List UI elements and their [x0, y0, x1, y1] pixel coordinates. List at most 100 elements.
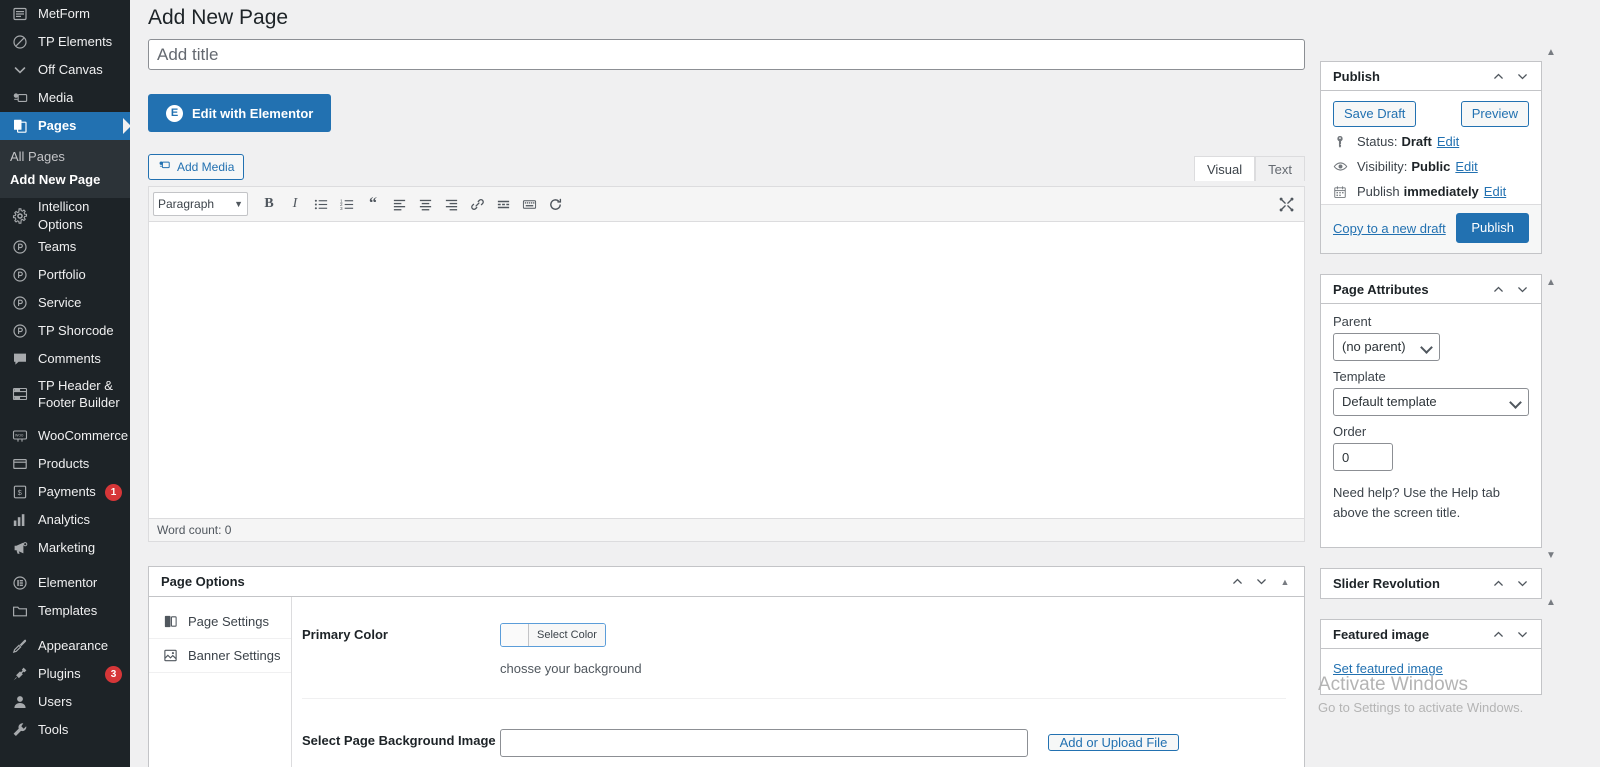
- sidebar-item-off-canvas[interactable]: Off Canvas: [0, 56, 130, 84]
- key-icon: [1333, 135, 1351, 149]
- publish-title: Publish: [1333, 69, 1487, 84]
- sidebar-item-service[interactable]: Service: [0, 289, 130, 317]
- background-image-input[interactable]: [500, 729, 1028, 757]
- move-down-button[interactable]: [1511, 64, 1533, 88]
- add-or-upload-file-button[interactable]: Add or Upload File: [1048, 734, 1180, 751]
- sidebar-item-templates[interactable]: Templates: [0, 597, 130, 625]
- align-right-icon[interactable]: [438, 191, 464, 217]
- sidebar-item-label: Templates: [38, 602, 122, 620]
- sidebar-item-plugins[interactable]: Plugins3: [0, 660, 130, 688]
- keyboard-shortcuts-icon[interactable]: [516, 191, 542, 217]
- sidebar-item-payments[interactable]: $Payments1: [0, 478, 130, 506]
- toolbar-toggle-icon[interactable]: [542, 191, 568, 217]
- svg-text:3: 3: [340, 206, 343, 211]
- sidebar-item-media[interactable]: Media: [0, 84, 130, 112]
- move-down-button[interactable]: [1511, 572, 1533, 596]
- select-color-button[interactable]: Select Color: [528, 624, 605, 646]
- move-up-button[interactable]: [1487, 277, 1509, 301]
- editor-content-area[interactable]: [149, 222, 1304, 518]
- header-footer-icon: [10, 384, 30, 404]
- sidebar-item-teams[interactable]: Teams: [0, 233, 130, 261]
- move-up-button[interactable]: [1487, 622, 1509, 646]
- sidebar-item-elementor[interactable]: Elementor: [0, 569, 130, 597]
- sidebar-item-tp-shorcode[interactable]: TP Shorcode: [0, 317, 130, 345]
- move-up-button[interactable]: [1487, 572, 1509, 596]
- save-draft-button[interactable]: Save Draft: [1333, 101, 1416, 127]
- sidebar-item-label: WooCommerce: [38, 427, 128, 445]
- sidebar-item-label: Marketing: [38, 539, 122, 557]
- parent-select[interactable]: (no parent): [1333, 333, 1440, 361]
- sidebar-item-comments[interactable]: Comments: [0, 345, 130, 373]
- submenu-item-add-new-page[interactable]: Add New Page: [0, 168, 130, 191]
- edit-visibility-link[interactable]: Edit: [1455, 159, 1477, 174]
- slider-revolution-collapse-toggle[interactable]: ▼: [1546, 546, 1556, 561]
- template-select[interactable]: Default template: [1333, 388, 1529, 416]
- sidebar-item-products[interactable]: Products: [0, 450, 130, 478]
- sidebar-item-intellicon-options[interactable]: Intellicon Options: [0, 198, 130, 233]
- publish-button[interactable]: Publish: [1456, 213, 1529, 243]
- edit-status-link[interactable]: Edit: [1437, 134, 1459, 149]
- italic-icon[interactable]: I: [282, 191, 308, 217]
- read-more-icon[interactable]: [490, 191, 516, 217]
- paragraph-format-label: Paragraph: [158, 197, 214, 211]
- sidebar-item-users[interactable]: Users: [0, 688, 130, 716]
- set-featured-image-link[interactable]: Set featured image: [1333, 661, 1443, 676]
- metform-icon: [10, 4, 30, 24]
- menu-separator: [0, 415, 130, 422]
- edit-with-elementor-button[interactable]: E Edit with Elementor: [148, 94, 331, 132]
- bold-icon[interactable]: B: [256, 191, 282, 217]
- numbered-list-icon[interactable]: 123: [334, 191, 360, 217]
- sidebar-item-pages[interactable]: Pages: [0, 112, 130, 140]
- move-up-button[interactable]: [1487, 64, 1509, 88]
- side-metaboxes: Publish Save Draft: [1320, 61, 1542, 715]
- link-icon[interactable]: [464, 191, 490, 217]
- featured-image-header: Featured image: [1321, 620, 1541, 649]
- tab-page-settings[interactable]: Page Settings: [149, 605, 291, 639]
- sidebar-item-portfolio[interactable]: Portfolio: [0, 261, 130, 289]
- page-attributes-header: Page Attributes: [1321, 275, 1541, 304]
- page-attributes-metabox: Page Attributes Parent (no parent): [1320, 274, 1542, 548]
- tab-visual[interactable]: Visual: [1194, 156, 1255, 181]
- move-up-button[interactable]: [1226, 570, 1248, 594]
- sidebar-item-woocommerce[interactable]: wooWooCommerce: [0, 422, 130, 450]
- payments-icon: $: [10, 482, 30, 502]
- add-media-button[interactable]: Add Media: [148, 154, 244, 180]
- page-options-header: Page Options ▲: [149, 567, 1304, 597]
- post-title-input[interactable]: [148, 39, 1305, 70]
- preview-button[interactable]: Preview: [1461, 101, 1529, 127]
- primary-color-picker[interactable]: Select Color: [500, 623, 606, 647]
- paragraph-format-select[interactable]: Paragraph ▼: [153, 192, 248, 216]
- publish-header: Publish: [1321, 62, 1541, 91]
- submenu-item-all-pages[interactable]: All Pages: [0, 145, 130, 168]
- page-options-metabox: Page Options ▲: [148, 566, 1305, 767]
- marketing-icon: [10, 538, 30, 558]
- align-left-icon[interactable]: [386, 191, 412, 217]
- copy-to-new-draft-link[interactable]: Copy to a new draft: [1333, 221, 1446, 236]
- page-attributes-collapse-toggle[interactable]: ▲: [1546, 273, 1556, 288]
- sidebar-item-marketing[interactable]: Marketing: [0, 534, 130, 562]
- edit-schedule-link[interactable]: Edit: [1484, 184, 1506, 199]
- blockquote-icon[interactable]: “: [360, 191, 386, 217]
- circle-p-icon: [10, 293, 30, 313]
- update-count-badge: 3: [105, 666, 122, 683]
- publish-collapse-toggle[interactable]: ▲: [1546, 43, 1556, 58]
- move-down-button[interactable]: [1511, 622, 1533, 646]
- move-down-button[interactable]: [1250, 570, 1272, 594]
- align-center-icon[interactable]: [412, 191, 438, 217]
- sidebar-item-metform[interactable]: MetForm: [0, 0, 130, 28]
- sidebar-item-tools[interactable]: Tools: [0, 716, 130, 744]
- tab-text[interactable]: Text: [1255, 156, 1305, 181]
- move-down-button[interactable]: [1511, 277, 1533, 301]
- add-media-label: Add Media: [177, 160, 234, 174]
- elementor-icon: E: [166, 105, 183, 122]
- sidebar-item-tp-header-footer-builder[interactable]: TP Header & Footer Builder: [0, 373, 130, 415]
- toggle-panel-button[interactable]: ▲: [1274, 570, 1296, 594]
- sidebar-item-tp-elements[interactable]: TP Elements: [0, 28, 130, 56]
- tab-banner-settings[interactable]: Banner Settings: [149, 639, 291, 673]
- bulleted-list-icon[interactable]: [308, 191, 334, 217]
- menu-order-input[interactable]: [1333, 443, 1393, 471]
- featured-image-collapse-toggle[interactable]: ▲: [1546, 593, 1556, 608]
- fullscreen-icon[interactable]: [1274, 192, 1298, 216]
- sidebar-item-analytics[interactable]: Analytics: [0, 506, 130, 534]
- sidebar-item-appearance[interactable]: Appearance: [0, 632, 130, 660]
